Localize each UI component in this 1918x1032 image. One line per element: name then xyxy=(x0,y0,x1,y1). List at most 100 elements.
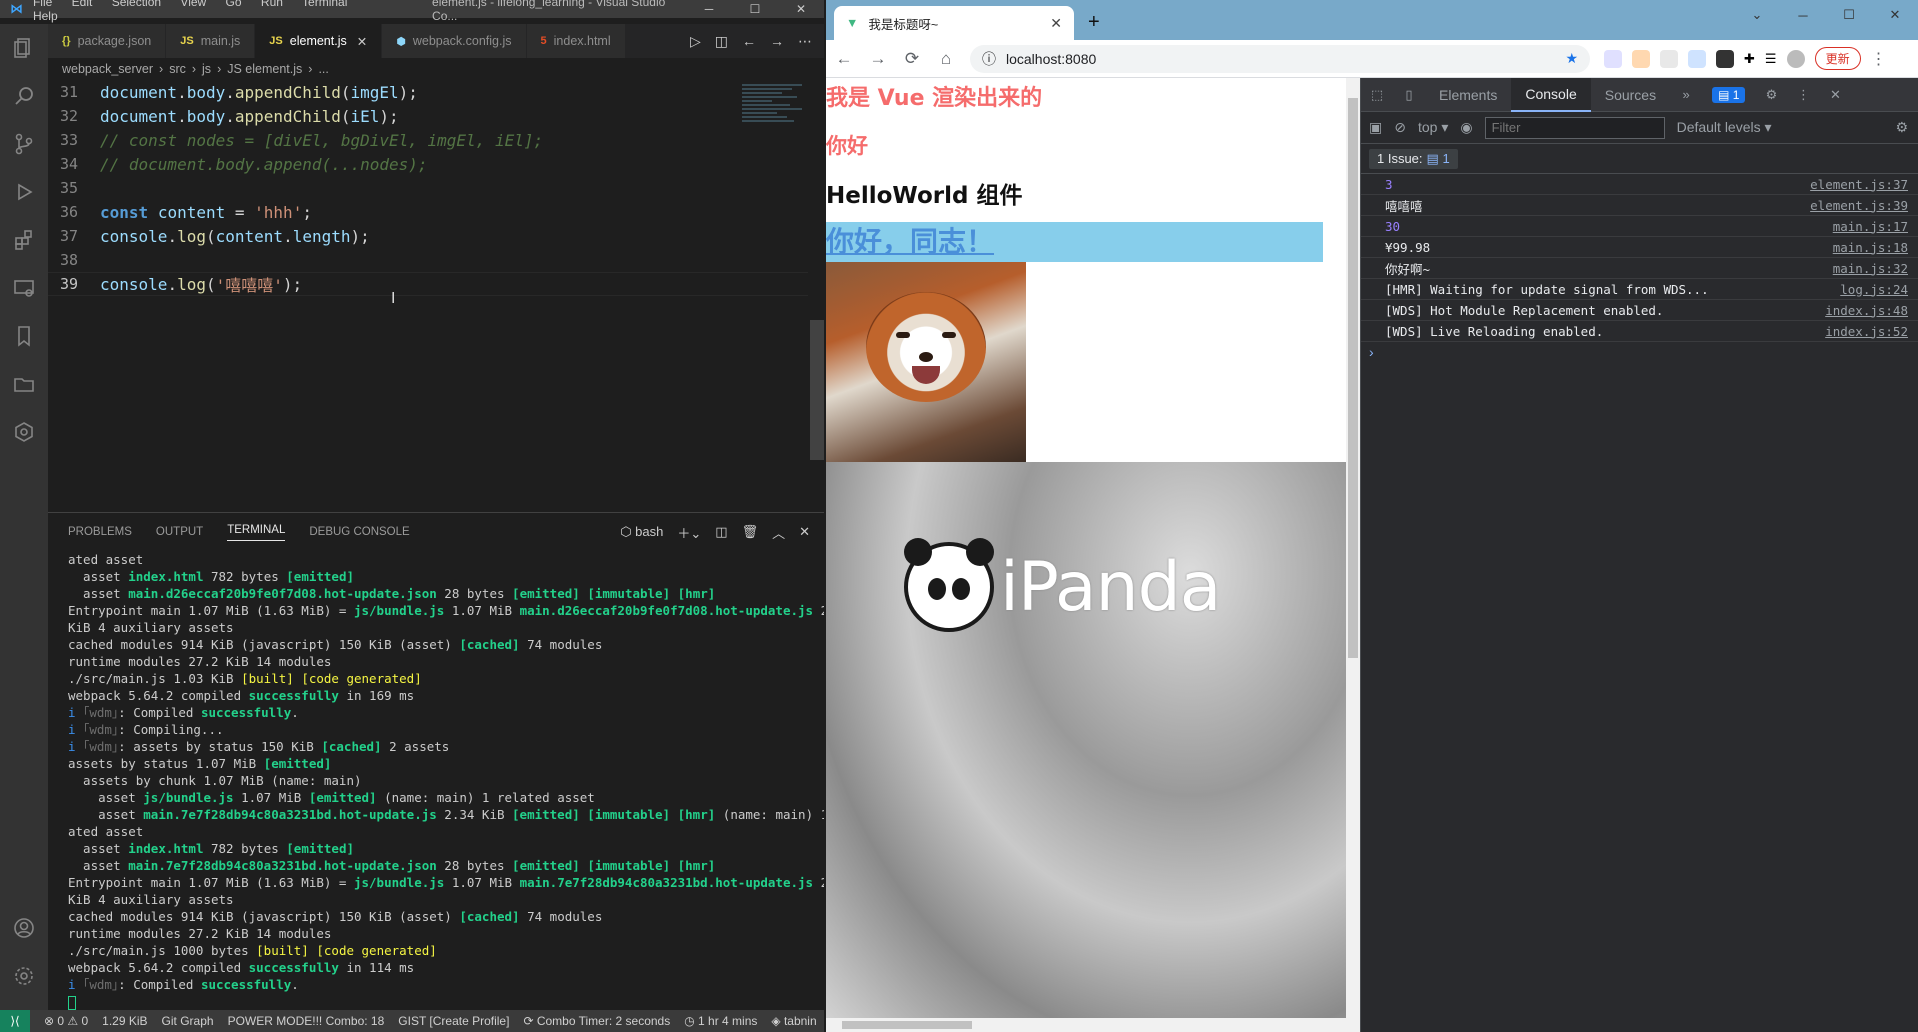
update-button[interactable]: 更新 xyxy=(1814,47,1861,70)
breadcrumb-item[interactable]: ... xyxy=(318,62,328,76)
more-actions-icon[interactable]: ⋯ xyxy=(798,33,812,50)
console-filter-input[interactable] xyxy=(1484,116,1665,139)
run-icon[interactable]: ▷ xyxy=(690,33,701,50)
page-horizontal-scrollbar[interactable] xyxy=(826,1018,1346,1032)
vue-devtools-icon[interactable] xyxy=(1660,49,1678,68)
menu-run[interactable]: Run xyxy=(261,0,283,9)
log-levels-select[interactable]: Default levels ▾ xyxy=(1677,119,1772,136)
terminal-output[interactable]: ated asset asset index.html 782 bytes [e… xyxy=(48,551,824,1010)
tab-debug-console[interactable]: DEBUG CONSOLE xyxy=(309,526,409,538)
sidebar-toggle-icon[interactable]: ▣ xyxy=(1369,119,1382,136)
browser-tab[interactable]: ▼ 我是标题呀~ ✕ xyxy=(834,6,1074,40)
tab-package-json[interactable]: {} package.json xyxy=(48,24,167,58)
split-terminal-icon[interactable]: ◫ xyxy=(715,524,727,540)
extension-icon[interactable] xyxy=(1716,49,1734,68)
scrollbar-thumb[interactable] xyxy=(1348,98,1358,658)
issues-badge[interactable]: ▤ 1 xyxy=(1712,86,1746,103)
tab-close-icon[interactable]: ✕ xyxy=(357,34,367,49)
close-panel-icon[interactable]: ✕ xyxy=(799,524,810,540)
new-terminal-icon[interactable]: ＋⌄ xyxy=(677,523,701,542)
inspect-element-icon[interactable]: ⬚ xyxy=(1361,78,1393,112)
close-icon[interactable]: ✕ xyxy=(778,2,824,16)
remote-explorer-icon[interactable] xyxy=(0,264,48,312)
console-source-link[interactable]: main.js:32 xyxy=(1833,261,1908,276)
bookmark-star-icon[interactable]: ★ xyxy=(1565,50,1578,67)
search-icon[interactable] xyxy=(0,72,48,120)
close-icon[interactable]: ✕ xyxy=(1872,0,1918,30)
extension-icon[interactable] xyxy=(1688,49,1706,68)
menu-view[interactable]: View xyxy=(180,0,206,9)
console-source-link[interactable]: main.js:18 xyxy=(1833,240,1908,255)
menu-edit[interactable]: Edit xyxy=(72,0,93,9)
remote-icon[interactable]: ⟩⟨ xyxy=(0,1010,30,1032)
project-manager-icon[interactable] xyxy=(0,360,48,408)
console-source-link[interactable]: element.js:39 xyxy=(1810,198,1908,213)
context-select[interactable]: top ▾ xyxy=(1418,119,1448,136)
scrollbar-thumb[interactable] xyxy=(810,320,824,460)
minimize-icon[interactable]: ─ xyxy=(1780,0,1826,30)
status-tabnine[interactable]: ◈ tabnin xyxy=(771,1014,816,1028)
device-toolbar-icon[interactable]: ▯ xyxy=(1393,78,1425,112)
tab-webpack-config[interactable]: ⬢ webpack.config.js xyxy=(382,24,527,58)
gitlens-icon[interactable] xyxy=(0,408,48,456)
forward-arrow-icon[interactable]: → xyxy=(868,49,888,69)
page-viewport[interactable]: 我是 Vue 渲染出来的 你好 HelloWorld 组件 你好，同志！ iPa… xyxy=(826,78,1346,1032)
tab-elements[interactable]: Elements xyxy=(1425,78,1511,112)
close-devtools-icon[interactable]: ✕ xyxy=(1819,78,1851,112)
chrome-menu-icon[interactable]: ⋮ xyxy=(1871,49,1895,69)
close-tab-icon[interactable]: ✕ xyxy=(1050,15,1062,32)
avatar[interactable] xyxy=(1786,49,1805,68)
console-settings-icon[interactable]: ⚙ xyxy=(1895,119,1918,136)
extensions-icon[interactable] xyxy=(0,216,48,264)
console-source-link[interactable]: log.js:24 xyxy=(1840,282,1908,297)
code-editor[interactable]: 31 document. body. appendChild(imgEl); 32 do… xyxy=(48,80,808,510)
tab-terminal[interactable]: TERMINAL xyxy=(227,524,286,541)
console-prompt[interactable]: › xyxy=(1361,342,1918,362)
extension-icon[interactable] xyxy=(1632,49,1650,68)
kill-terminal-icon[interactable]: 🗑 xyxy=(742,524,759,540)
new-tab-icon[interactable]: + xyxy=(1088,11,1100,34)
source-control-icon[interactable] xyxy=(0,120,48,168)
address-bar[interactable]: ⓘ localhost:8080 ★ xyxy=(970,44,1590,73)
maximize-icon[interactable]: ☐ xyxy=(1826,0,1872,30)
more-tabs-icon[interactable]: » xyxy=(1670,78,1702,112)
status-problems[interactable]: ⊗ 0 ⚠ 0 xyxy=(44,1014,88,1028)
tab-sources[interactable]: Sources xyxy=(1591,78,1670,112)
breadcrumb-item[interactable]: src xyxy=(169,62,186,76)
breadcrumb-item[interactable]: webpack_server xyxy=(62,62,153,76)
menu-terminal[interactable]: Terminal xyxy=(302,0,347,9)
go-forward-icon[interactable]: → xyxy=(770,33,784,49)
console-source-link[interactable]: index.js:48 xyxy=(1825,303,1908,318)
bookmarks-icon[interactable] xyxy=(0,312,48,360)
account-icon[interactable] xyxy=(0,904,48,952)
eye-icon[interactable]: ◉ xyxy=(1460,119,1472,136)
menu-file[interactable]: File xyxy=(33,0,52,9)
maximize-icon[interactable]: ☐ xyxy=(732,2,778,16)
tab-main-js[interactable]: JS main.js xyxy=(166,24,256,58)
chevron-down-icon[interactable]: ⌄ xyxy=(1734,0,1780,30)
minimize-icon[interactable]: ─ xyxy=(686,2,732,16)
settings-gear-icon[interactable]: ⚙ xyxy=(1755,78,1787,112)
issues-button[interactable]: 1 Issue: ▤ 1 xyxy=(1369,148,1458,169)
split-editor-icon[interactable]: ◫ xyxy=(715,33,728,50)
devtools-menu-icon[interactable]: ⋮ xyxy=(1787,78,1819,112)
reload-icon[interactable]: ⟳ xyxy=(902,49,922,69)
menu-selection[interactable]: Selection xyxy=(112,0,161,9)
info-icon[interactable]: ⓘ xyxy=(982,49,996,69)
status-git-graph[interactable]: Git Graph xyxy=(162,1014,214,1028)
puzzle-extensions-icon[interactable]: ✚ xyxy=(1744,51,1755,67)
tab-index-html[interactable]: 5 index.html xyxy=(526,24,626,58)
explorer-icon[interactable] xyxy=(0,24,48,72)
tab-output[interactable]: OUTPUT xyxy=(156,526,203,538)
extension-icon[interactable] xyxy=(1604,49,1622,68)
console-source-link[interactable]: main.js:17 xyxy=(1833,219,1908,234)
run-debug-icon[interactable] xyxy=(0,168,48,216)
settings-gear-icon[interactable] xyxy=(0,952,48,1000)
tab-problems[interactable]: PROBLEMS xyxy=(68,526,132,538)
go-back-icon[interactable]: ← xyxy=(742,33,756,49)
menu-help[interactable]: Help xyxy=(33,9,58,23)
breadcrumb-item[interactable]: js xyxy=(202,62,211,76)
terminal-prompt[interactable] xyxy=(68,993,824,1010)
minimap[interactable] xyxy=(742,82,808,162)
console-source-link[interactable]: element.js:37 xyxy=(1810,177,1908,192)
